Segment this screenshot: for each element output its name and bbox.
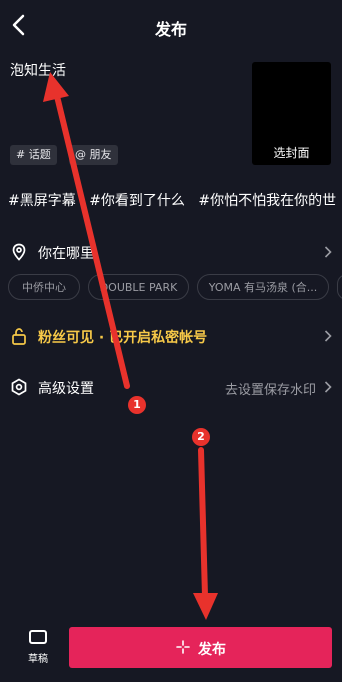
publish-button[interactable]: 发布 [69, 627, 332, 668]
arrow-2 [193, 447, 218, 620]
watermark-hint: 去设置保存水印 [224, 383, 316, 398]
draft-box-icon [29, 630, 47, 644]
cover-label: 选封面 [273, 146, 310, 160]
location-suggestion[interactable]: YOMA 有马汤泉 (合... [197, 274, 329, 300]
step-badge-1: 1 [128, 396, 146, 414]
chevron-right-icon [324, 330, 332, 342]
cover-selector[interactable]: 选封面 [252, 62, 331, 165]
draft-button[interactable]: 草稿 [14, 622, 62, 672]
location-suggestion[interactable]: 中侨中心 [8, 274, 80, 300]
privacy-label: 粉丝可见 · 已开启私密帐号 [38, 330, 208, 346]
location-suggestion[interactable]: DOUBLE PARK [88, 274, 189, 300]
hashtag-item[interactable]: #你看到了什么 [89, 193, 185, 209]
caption-text[interactable]: 泡知生活 [10, 60, 66, 80]
publish-label: 发布 [198, 642, 226, 658]
draft-label: 草稿 [28, 654, 48, 665]
location-suggestion[interactable] [337, 274, 342, 300]
settings-hexagon-icon [11, 378, 27, 396]
advanced-settings-row[interactable]: 高级设置 去设置保存水印 [0, 369, 342, 405]
advanced-settings-label: 高级设置 [38, 381, 94, 397]
location-row[interactable]: 你在哪里 [0, 234, 342, 270]
chevron-right-icon [324, 381, 332, 393]
unlock-icon [12, 328, 26, 345]
hashtag-item[interactable]: #黑屏字幕 [8, 193, 76, 209]
hashtag-list: #黑屏字幕 #你看到了什么 #你怕不怕我在你的世 [8, 190, 342, 210]
privacy-row[interactable]: 粉丝可见 · 已开启私密帐号 [0, 318, 342, 354]
friends-chip[interactable]: @ 朋友 [69, 145, 118, 165]
step-badge-2: 2 [192, 428, 210, 446]
location-pin-icon [12, 243, 26, 261]
hashtag-item[interactable]: #你怕不怕我在你的世 [198, 193, 336, 209]
topic-chip[interactable]: # 话题 [10, 145, 57, 165]
sparkle-icon [176, 640, 190, 654]
top-bar: 发布 [0, 0, 342, 52]
chevron-right-icon [324, 246, 332, 258]
page-title: 发布 [154, 20, 187, 39]
location-label: 你在哪里 [38, 246, 94, 262]
